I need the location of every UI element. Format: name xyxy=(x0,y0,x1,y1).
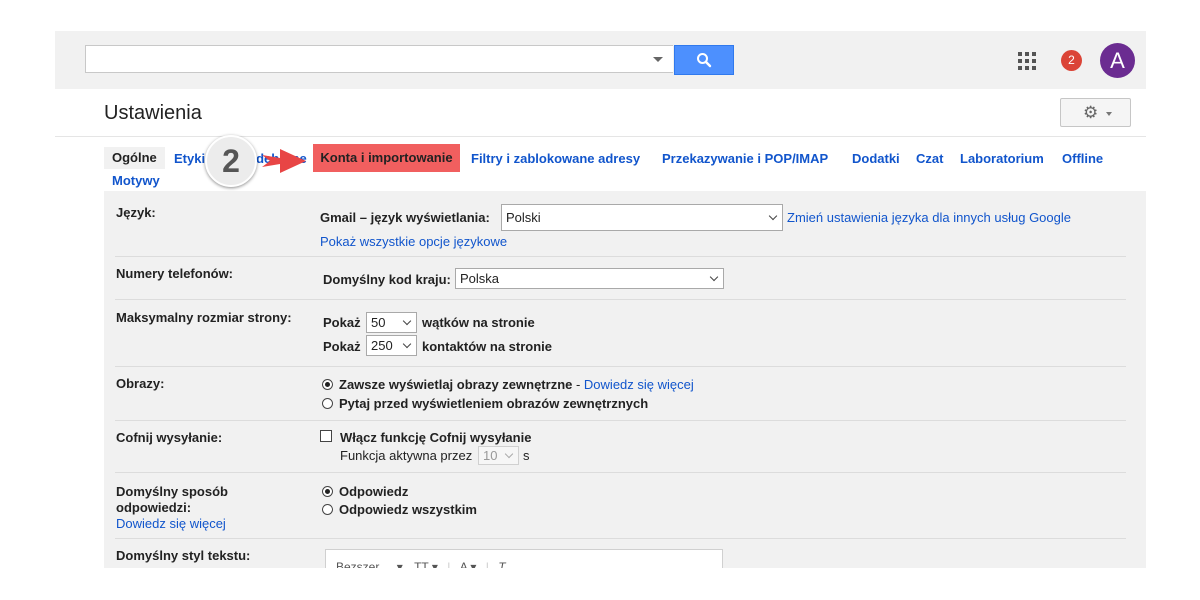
country-code-label: Domyślny kod kraju: xyxy=(323,272,451,287)
undo-send-period-value: 10 xyxy=(483,448,498,463)
avatar[interactable]: A xyxy=(1100,43,1135,78)
page-cutoff xyxy=(0,568,1200,600)
chevron-down-icon[interactable] xyxy=(1106,112,1112,116)
images-always-radio[interactable] xyxy=(322,379,333,390)
row-divider xyxy=(115,299,1126,300)
country-code-value: Polska xyxy=(460,271,500,286)
row-divider xyxy=(115,472,1126,473)
contacts-per-page-select[interactable]: 250 xyxy=(366,335,417,356)
text-style-label: Domyślny styl tekstu: xyxy=(116,548,251,563)
images-ask-label: Pytaj przed wyświetleniem obrazów zewnęt… xyxy=(339,396,649,411)
row-divider xyxy=(115,420,1126,421)
page-size-label: Maksymalny rozmiar strony: xyxy=(116,310,292,325)
reply-option-label: Odpowiedz xyxy=(339,484,409,499)
tab-labs[interactable]: Laboratorium xyxy=(960,151,1044,166)
reply-all-radio[interactable] xyxy=(322,504,333,515)
page-title: Ustawienia xyxy=(104,102,202,124)
threads-per-page-select[interactable]: 50 xyxy=(366,312,417,333)
undo-send-checkbox-label: Włącz funkcję Cofnij wysyłanie xyxy=(340,430,532,445)
reply-radio[interactable] xyxy=(322,486,333,497)
chevron-down-icon xyxy=(402,316,412,326)
tab-addons[interactable]: Dodatki xyxy=(852,151,900,166)
notification-badge[interactable]: 2 xyxy=(1061,50,1082,71)
show-threads-label: Pokaż xyxy=(323,315,361,330)
contacts-suffix: kontaktów na stronie xyxy=(422,339,553,354)
undo-send-label: Cofnij wysyłanie: xyxy=(116,430,223,445)
language-label: Język: xyxy=(116,205,156,220)
undo-send-period-select[interactable]: 10 xyxy=(478,446,519,465)
country-code-select[interactable]: Polska xyxy=(455,268,724,289)
tab-general[interactable]: Ogólne xyxy=(104,147,165,169)
display-language-select[interactable]: Polski xyxy=(501,204,783,231)
tab-offline[interactable]: Offline xyxy=(1062,151,1103,166)
row-divider xyxy=(115,538,1126,539)
reply-label-line2: odpowiedzi: xyxy=(116,500,192,515)
display-language-label: Gmail – język wyświetlania: xyxy=(320,210,490,225)
undo-send-period-label: Funkcja aktywna przez xyxy=(340,448,473,463)
separator: - xyxy=(572,377,584,392)
threads-per-page-value: 50 xyxy=(371,315,386,330)
reply-all-option-label: Odpowiedz wszystkim xyxy=(339,502,477,517)
undo-send-unit: s xyxy=(523,448,530,463)
contacts-per-page-value: 250 xyxy=(371,338,393,353)
phone-label: Numery telefonów: xyxy=(116,266,234,281)
chevron-down-icon xyxy=(768,211,778,221)
search-icon xyxy=(697,53,712,68)
gear-icon[interactable]: ⚙ xyxy=(1083,104,1098,121)
images-ask-radio[interactable] xyxy=(322,398,333,409)
tab-accounts-import[interactable]: Konta i importowanie xyxy=(313,144,460,172)
row-divider xyxy=(115,256,1126,257)
undo-send-checkbox[interactable] xyxy=(320,430,332,442)
threads-suffix: wątków na stronie xyxy=(422,315,535,330)
show-all-languages-link[interactable]: Pokaż wszystkie opcje językowe xyxy=(320,234,507,249)
search-button[interactable] xyxy=(674,45,734,75)
change-language-link[interactable]: Zmień ustawienia języka dla innych usług… xyxy=(787,210,1071,225)
row-divider xyxy=(115,366,1126,367)
tab-themes[interactable]: Motywy xyxy=(112,173,160,188)
search-input[interactable] xyxy=(85,45,673,73)
show-contacts-label: Pokaż xyxy=(323,339,361,354)
reply-learn-more-link[interactable]: Dowiedz się więcej xyxy=(116,516,226,531)
chevron-down-icon xyxy=(709,272,719,282)
search-options-chevron-icon[interactable] xyxy=(653,57,663,62)
step-number-badge: 2 xyxy=(205,135,257,187)
apps-grid-icon[interactable] xyxy=(1018,52,1036,70)
display-language-value: Polski xyxy=(506,210,541,225)
chevron-down-icon xyxy=(504,449,514,459)
chevron-down-icon xyxy=(402,339,412,349)
reply-label-line1: Domyślny sposób xyxy=(116,484,228,499)
images-label: Obrazy: xyxy=(116,376,165,391)
tab-filters[interactable]: Filtry i zablokowane adresy xyxy=(471,151,640,166)
tab-forwarding[interactable]: Przekazywanie i POP/IMAP xyxy=(662,151,828,166)
arrow-icon xyxy=(262,149,306,173)
images-learn-more-link[interactable]: Dowiedz się więcej xyxy=(584,377,694,392)
tab-chat[interactable]: Czat xyxy=(916,151,943,166)
images-always-label: Zawsze wyświetlaj obrazy zewnętrzne xyxy=(339,377,573,392)
